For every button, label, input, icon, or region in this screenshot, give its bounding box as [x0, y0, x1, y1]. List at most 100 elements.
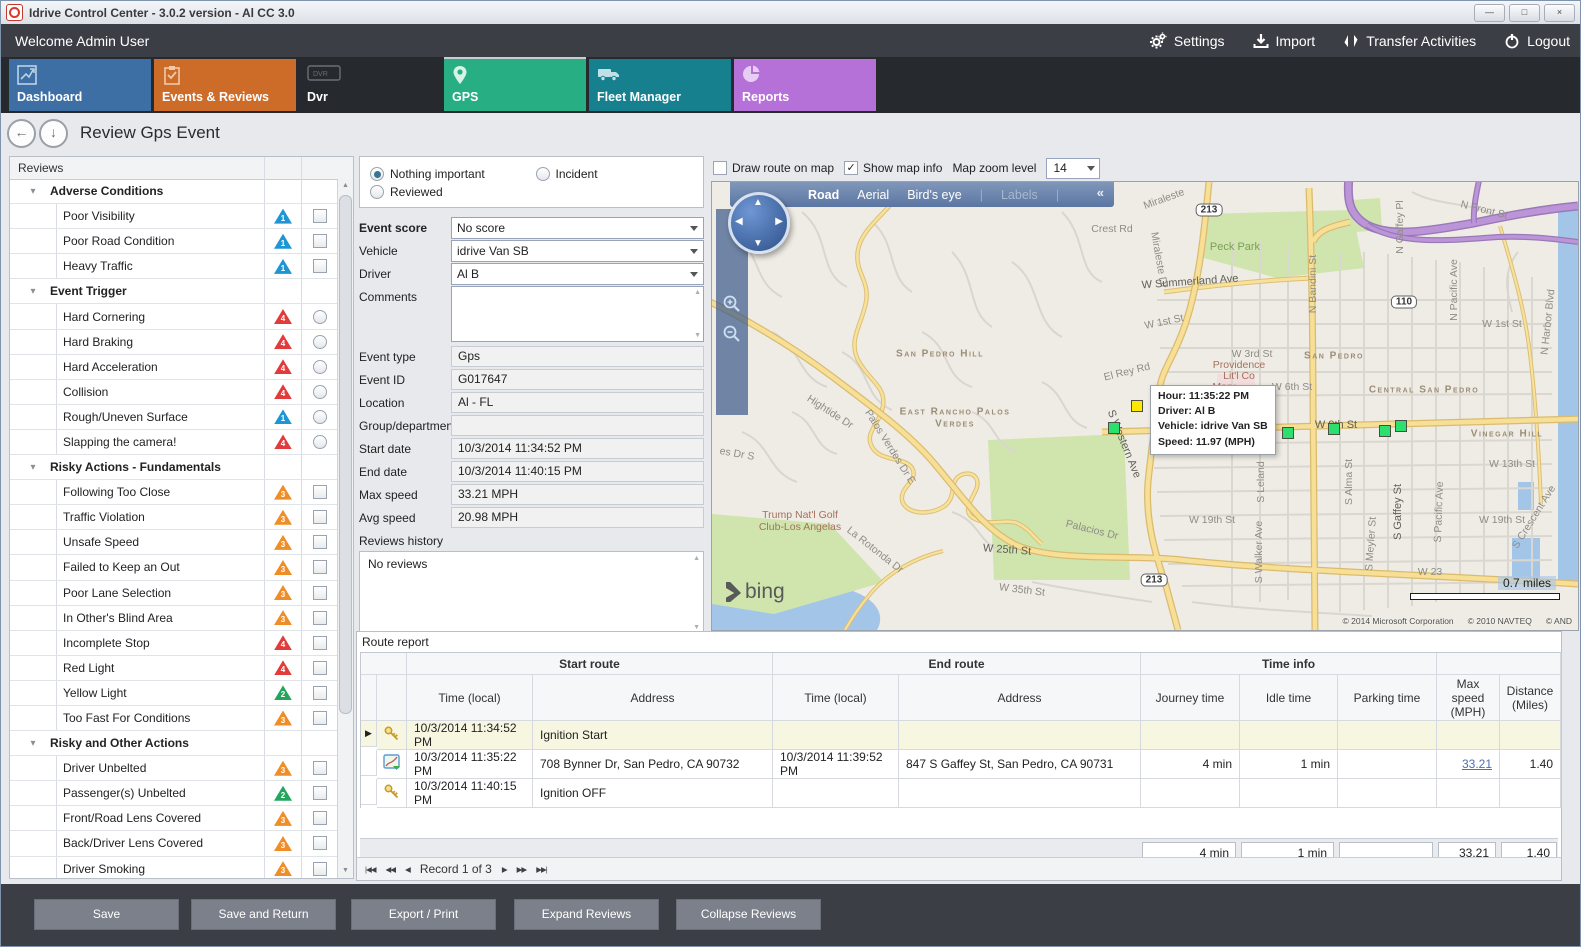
nav-prev-icon[interactable]: ◀◀	[385, 865, 395, 874]
review-item-row[interactable]: Poor Lane Selection3	[10, 581, 338, 606]
review-item-row[interactable]: Collision4	[10, 380, 338, 405]
column-header[interactable]: Parking time	[1338, 675, 1437, 721]
collapse-reviews-button[interactable]: Collapse Reviews	[676, 899, 821, 930]
logout-button[interactable]: Logout	[1504, 33, 1570, 49]
item-radio[interactable]	[313, 335, 327, 349]
table-cell[interactable]	[1338, 779, 1437, 808]
review-item-row[interactable]: Yellow Light2	[10, 681, 338, 706]
reviews-history-list[interactable]: No reviews ▲ ▼	[359, 551, 704, 635]
review-item-row[interactable]: Heavy Traffic1	[10, 254, 338, 279]
vehicle-select[interactable]: idrive Van SB	[451, 240, 704, 262]
item-radio[interactable]	[313, 385, 327, 399]
column-header[interactable]: Distance (Miles)	[1500, 675, 1561, 721]
table-cell[interactable]: 10/3/2014 11:40:15 PM	[407, 779, 533, 808]
map-pan-control[interactable]: ▲ ▼ ◀ ▶	[728, 192, 790, 254]
review-item-row[interactable]: Driver Unbelted3	[10, 756, 338, 781]
review-item-row[interactable]: Rough/Uneven Surface1	[10, 405, 338, 430]
reviews-scrollbar[interactable]: ▲ ▼	[337, 179, 353, 878]
item-checkbox[interactable]	[313, 510, 327, 524]
review-item-row[interactable]: Following Too Close3	[10, 480, 338, 505]
table-cell[interactable]: 1 min	[1240, 750, 1338, 779]
tab-gps[interactable]: GPS	[444, 59, 586, 111]
review-item-row[interactable]: Poor Visibility1	[10, 204, 338, 229]
table-cell[interactable]: Ignition OFF	[533, 779, 773, 808]
row-icon-cell[interactable]	[377, 721, 407, 750]
review-category-row[interactable]: ▾Adverse Conditions	[10, 179, 338, 204]
review-item-row[interactable]: Hard Acceleration4	[10, 355, 338, 380]
column-header[interactable]: Address	[899, 675, 1141, 721]
table-cell[interactable]: 4 min	[1141, 750, 1240, 779]
maximize-button[interactable]: □	[1509, 4, 1540, 22]
item-checkbox[interactable]	[313, 636, 327, 650]
table-cell[interactable]	[1141, 779, 1240, 808]
route-point-marker[interactable]	[1379, 425, 1391, 437]
max-speed-link[interactable]: 33.21	[1462, 757, 1492, 771]
item-checkbox[interactable]	[313, 535, 327, 549]
column-header[interactable]: Time (local)	[407, 675, 533, 721]
item-checkbox[interactable]	[313, 560, 327, 574]
column-header[interactable]	[377, 675, 407, 721]
tab-dashboard[interactable]: Dashboard	[9, 59, 151, 111]
review-item-row[interactable]: Passenger(s) Unbelted2	[10, 781, 338, 806]
scroll-down-icon[interactable]: ▼	[694, 332, 701, 339]
column-header[interactable]: Max speed (MPH)	[1437, 675, 1500, 721]
review-item-row[interactable]: Back/Driver Lens Covered3	[10, 831, 338, 856]
review-item-row[interactable]: Poor Road Condition1	[10, 229, 338, 254]
table-cell[interactable]	[1437, 721, 1500, 750]
save-button[interactable]: Save	[34, 899, 179, 930]
map-mode-road[interactable]: Road	[808, 188, 839, 202]
review-item-row[interactable]: Front/Road Lens Covered3	[10, 806, 338, 831]
item-checkbox[interactable]	[313, 862, 327, 876]
table-cell[interactable]	[773, 721, 899, 750]
item-checkbox[interactable]	[313, 836, 327, 850]
comments-textarea[interactable]: ▲▼	[451, 286, 704, 342]
tab-events-reviews[interactable]: Events & Reviews	[154, 59, 296, 111]
settings-button[interactable]: Settings	[1150, 32, 1225, 49]
item-radio[interactable]	[313, 435, 327, 449]
minimize-button[interactable]: —	[1474, 4, 1505, 22]
close-button[interactable]: ×	[1544, 4, 1575, 22]
route-start-marker[interactable]	[1131, 400, 1143, 412]
table-cell[interactable]: 10/3/2014 11:34:52 PM	[407, 721, 533, 750]
table-cell[interactable]: 1.40	[1500, 750, 1561, 779]
down-button[interactable]: ↓	[39, 119, 68, 148]
scroll-up-icon[interactable]: ▲	[693, 555, 700, 562]
scroll-up-icon[interactable]: ▲	[338, 179, 353, 193]
item-checkbox[interactable]	[313, 786, 327, 800]
map-mode-bird-s-eye[interactable]: Bird's eye	[907, 188, 962, 202]
driver-select[interactable]: Al B	[451, 263, 704, 285]
tab-fleet-manager[interactable]: Fleet Manager	[589, 59, 731, 111]
nav-next-icon[interactable]: ▶	[502, 865, 507, 874]
radio-button[interactable]	[370, 167, 384, 181]
item-checkbox[interactable]	[313, 661, 327, 675]
map-mode-labels[interactable]: Labels	[1001, 188, 1038, 202]
tab-dvr[interactable]: DVRDvr	[299, 59, 441, 111]
nav-next-icon[interactable]: ▶▶	[517, 865, 527, 874]
table-cell[interactable]: 847 S Gaffey St, San Pedro, CA 90731	[899, 750, 1141, 779]
map-mode-aerial[interactable]: Aerial	[857, 188, 889, 202]
column-header[interactable]	[361, 675, 377, 721]
map[interactable]: Trudie Dr213MiralesteCrest RdMiraleste D…	[711, 181, 1579, 631]
item-checkbox[interactable]	[313, 811, 327, 825]
item-checkbox[interactable]	[313, 259, 327, 273]
radio-nothing-important[interactable]: Nothing important	[370, 167, 528, 181]
table-cell[interactable]: 10/3/2014 11:35:22 PM	[407, 750, 533, 779]
nav-next-icon[interactable]: ▶▶|	[536, 865, 546, 874]
collapse-icon[interactable]: ▾	[22, 186, 44, 197]
review-item-row[interactable]: Traffic Violation3	[10, 505, 338, 530]
route-point-marker[interactable]	[1108, 422, 1120, 434]
table-cell[interactable]	[1240, 779, 1338, 808]
table-cell[interactable]: 33.21	[1437, 750, 1500, 779]
route-point-marker[interactable]	[1282, 427, 1294, 439]
item-checkbox[interactable]	[313, 611, 327, 625]
review-item-row[interactable]: Too Fast For Conditions3	[10, 706, 338, 731]
review-category-row[interactable]: ▾Risky and Other Actions	[10, 731, 338, 756]
scroll-up-icon[interactable]: ▲	[694, 289, 701, 296]
route-point-marker[interactable]	[1328, 423, 1340, 435]
table-cell[interactable]	[1240, 721, 1338, 750]
scroll-down-icon[interactable]: ▼	[693, 624, 700, 631]
review-item-row[interactable]: Failed to Keep an Out3	[10, 555, 338, 580]
expand-reviews-button[interactable]: Expand Reviews	[514, 899, 659, 930]
nav-prev-icon[interactable]: ◀	[405, 865, 410, 874]
item-checkbox[interactable]	[313, 686, 327, 700]
